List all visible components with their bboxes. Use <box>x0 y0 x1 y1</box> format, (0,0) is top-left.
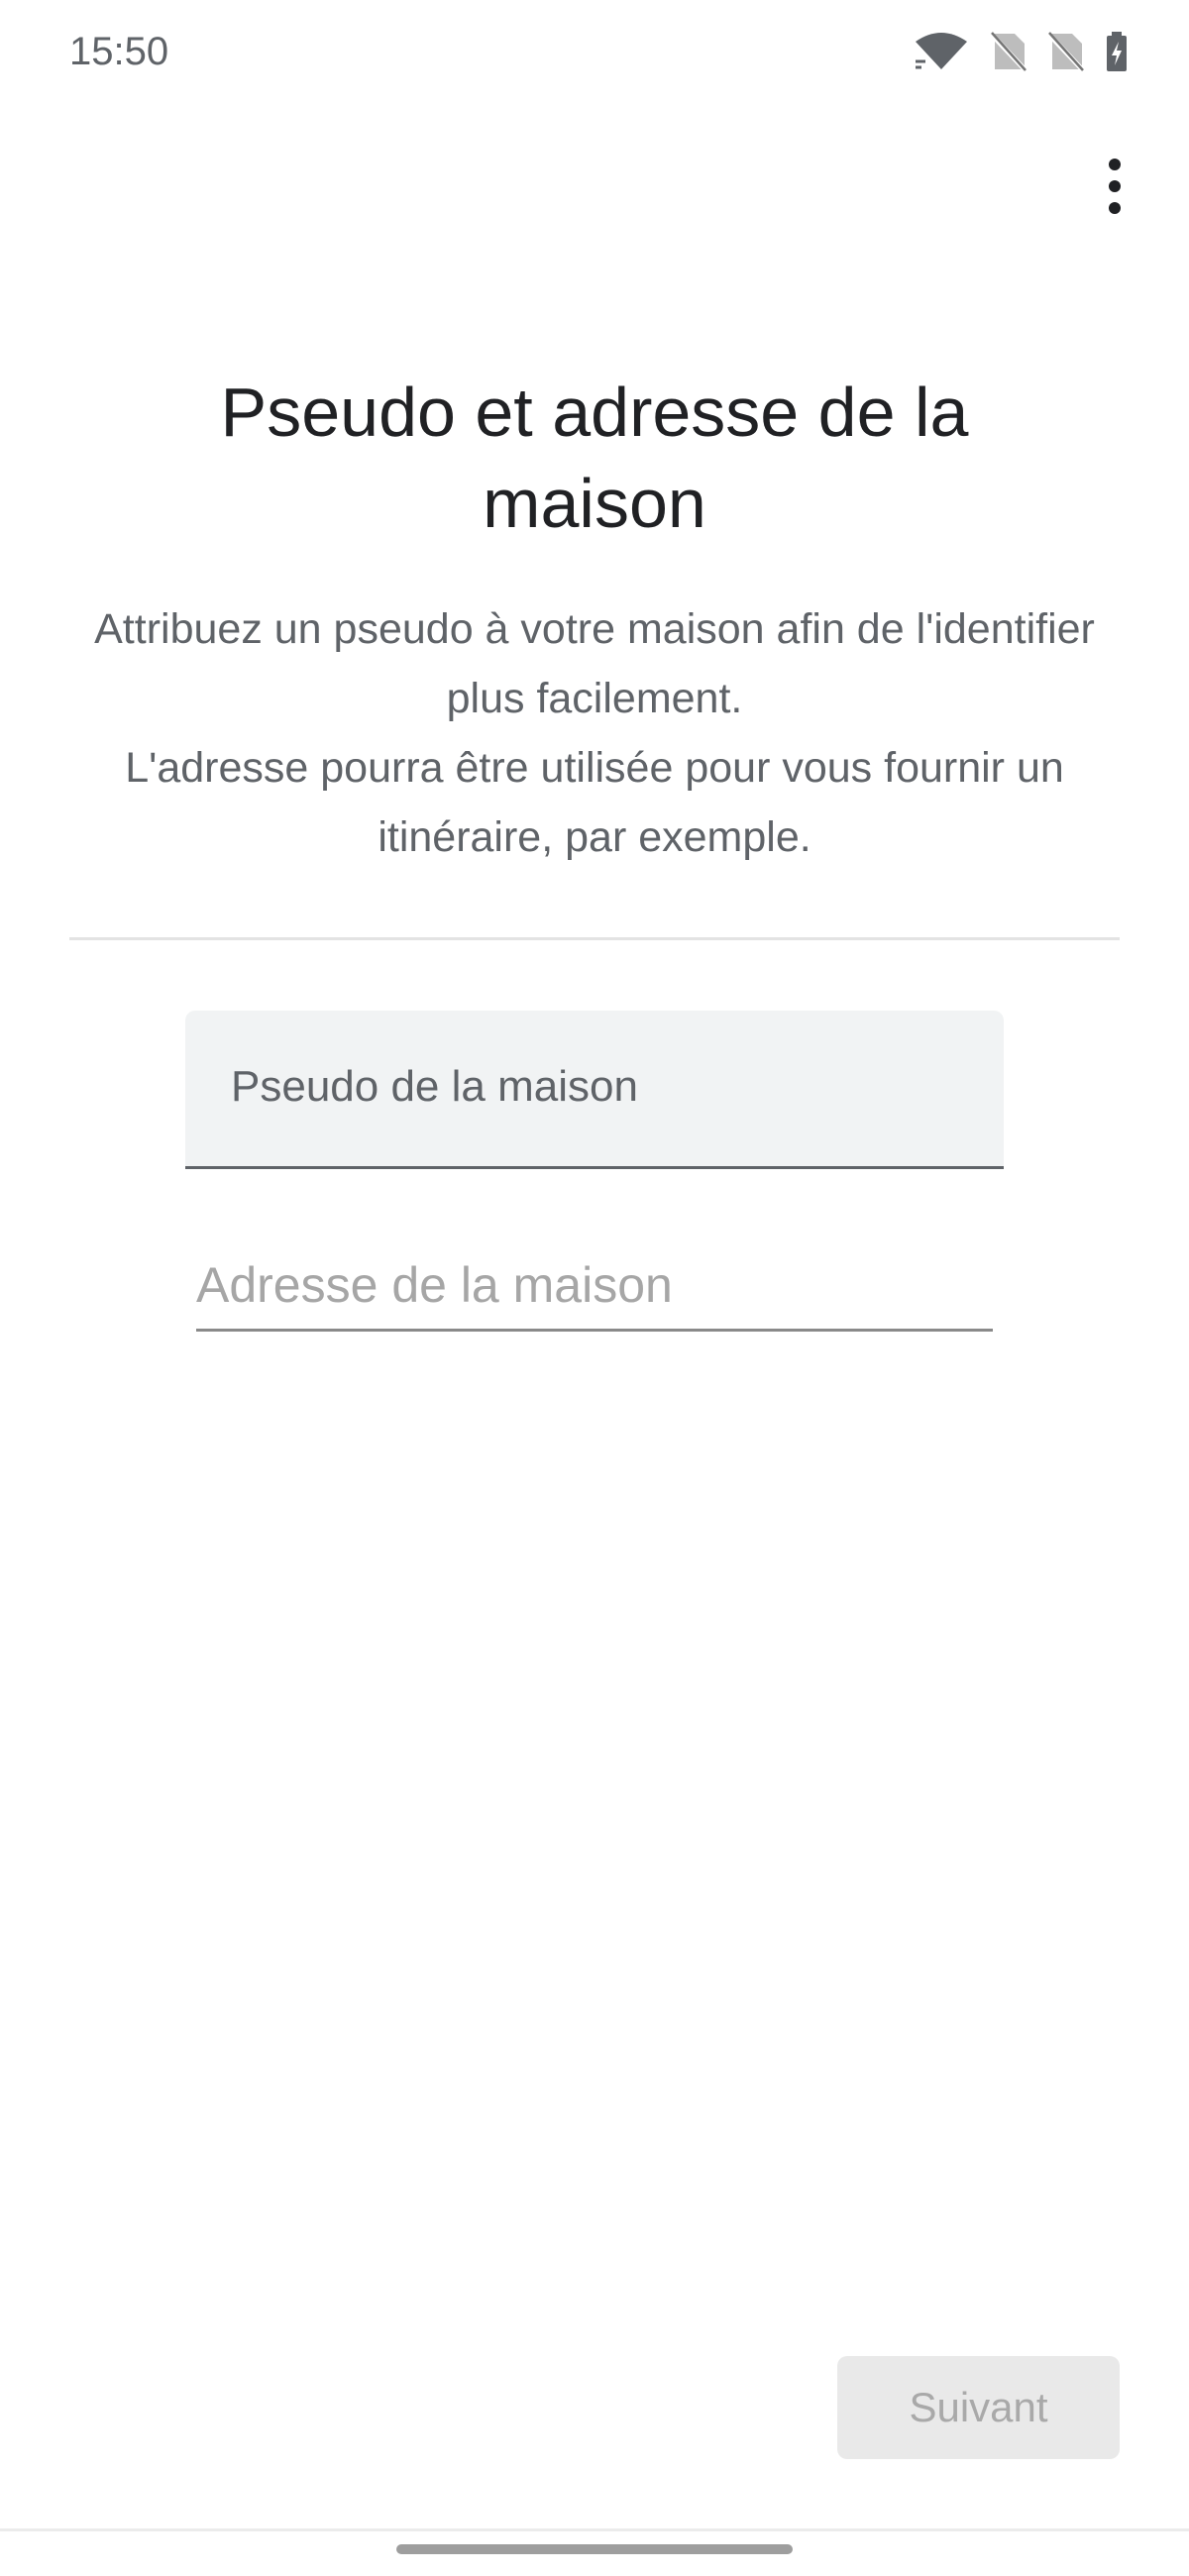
home-nickname-field[interactable]: Pseudo de la maison <box>185 1011 1004 1169</box>
page-title: Pseudo et adresse de la maison <box>220 374 969 542</box>
home-address-field[interactable]: Adresse de la maison <box>196 1248 993 1332</box>
menu-dot <box>1109 202 1121 214</box>
battery-charging-icon <box>1106 32 1128 71</box>
wifi-icon <box>914 32 969 71</box>
menu-dot <box>1109 180 1121 192</box>
status-time: 15:50 <box>69 30 169 73</box>
next-button[interactable]: Suivant <box>837 2356 1120 2459</box>
description-line: Attribuez un pseudo à votre maison afin … <box>94 605 1095 722</box>
status-bar: 15:50 <box>0 0 1189 109</box>
section-divider <box>69 937 1120 940</box>
home-nickname-label: Pseudo de la maison <box>231 1062 638 1111</box>
nav-bar-divider <box>0 2528 1189 2531</box>
no-sim-icon <box>991 32 1027 71</box>
page-description: Attribuez un pseudo à votre maison afin … <box>59 594 1130 872</box>
description-line: L'adresse pourra être utilisée pour vous… <box>125 744 1064 861</box>
menu-dot <box>1109 159 1121 170</box>
gesture-handle[interactable] <box>396 2544 793 2554</box>
no-sim-icon <box>1048 32 1084 71</box>
more-vert-icon[interactable] <box>1090 149 1139 224</box>
status-icons <box>914 32 1128 71</box>
home-address-placeholder: Adresse de la maison <box>196 1257 673 1313</box>
